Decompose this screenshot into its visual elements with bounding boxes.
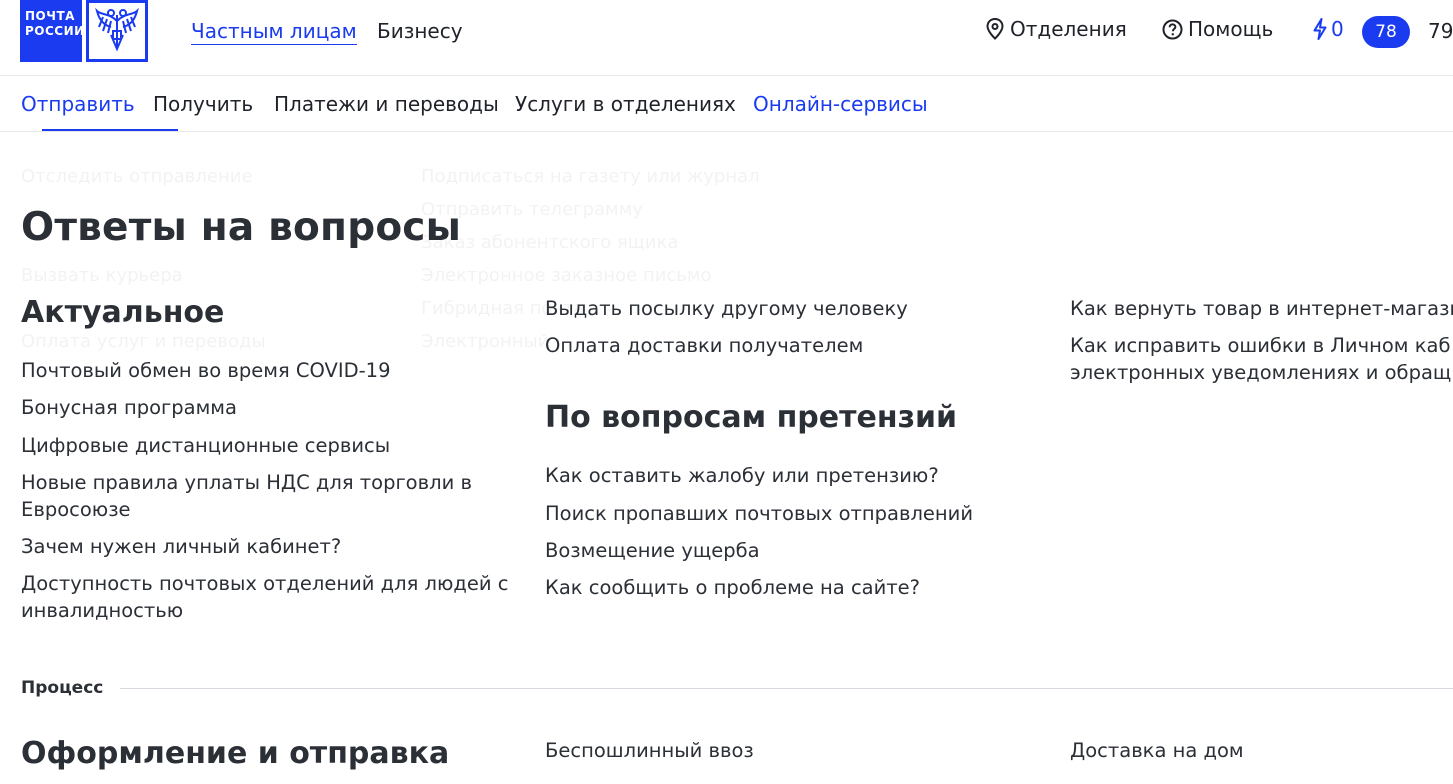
nav-online-services[interactable]: Онлайн-сервисы: [753, 92, 928, 116]
faq-link[interactable]: Оплата доставки получателем: [545, 332, 863, 359]
nav-send[interactable]: Отправить: [21, 92, 135, 116]
faq-link[interactable]: Доступность почтовых отделений для людей…: [21, 570, 521, 624]
ghost-menu-item: Оплата услуг и переводы: [21, 331, 266, 352]
lightning-icon: [1313, 18, 1327, 40]
faq-link[interactable]: Зачем нужен личный кабинет?: [21, 533, 341, 560]
top-header: ПОЧТА РОССИИ Частным лицам Бизнесу Отдел…: [0, 0, 1453, 76]
offices-label: Отделения: [1010, 17, 1127, 41]
faq-link[interactable]: Как вернуть товар в интернет-магази: [1070, 295, 1453, 322]
offices-link[interactable]: Отделения: [986, 17, 1127, 41]
nav-payments[interactable]: Платежи и переводы: [274, 92, 499, 116]
section-heading-actual: Актуальное: [21, 295, 225, 330]
faq-link[interactable]: Как исправить ошибки в Личном каб электр…: [1070, 332, 1453, 386]
ghost-menu-item: Вызвать курьера: [21, 265, 183, 286]
faq-link[interactable]: Доставка на дом: [1070, 737, 1244, 764]
nav-receive[interactable]: Получить: [153, 92, 253, 116]
faq-link[interactable]: Как сообщить о проблеме на сайте?: [545, 574, 920, 601]
faq-link[interactable]: Цифровые дистанционные сервисы: [21, 432, 390, 459]
tab-private-persons[interactable]: Частным лицам: [191, 19, 357, 45]
faq-link[interactable]: Возмещение ущерба: [545, 537, 760, 564]
page-title: Ответы на вопросы: [21, 205, 462, 250]
map-pin-icon: [986, 18, 1004, 40]
tab-business[interactable]: Бизнесу: [377, 19, 463, 43]
faq-link[interactable]: Почтовый обмен во время COVID-19: [21, 357, 390, 384]
user-number[interactable]: 79: [1428, 19, 1453, 43]
section-divider: [120, 688, 1453, 689]
faq-link[interactable]: Беспошлинный ввоз: [545, 737, 754, 764]
faq-link[interactable]: Как оставить жалобу или претензию?: [545, 462, 939, 489]
logo-line-1: ПОЧТА: [25, 9, 75, 23]
bonus-count: 0: [1331, 17, 1344, 41]
nav-active-indicator: [42, 129, 178, 131]
faq-link[interactable]: Выдать посылку другому человеку: [545, 295, 908, 322]
notifications-badge[interactable]: 78: [1362, 16, 1410, 48]
faq-link[interactable]: Поиск пропавших почтовых отправлений: [545, 500, 973, 527]
help-link[interactable]: Помощь: [1162, 17, 1273, 41]
faq-link[interactable]: Новые правила уплаты НДС для торговли в …: [21, 469, 501, 523]
question-circle-icon: [1162, 19, 1183, 39]
faq-link[interactable]: Бонусная программа: [21, 394, 237, 421]
ghost-menu-item: Электронный: [421, 331, 550, 352]
logo-line-2: РОССИИ: [25, 24, 85, 38]
process-label: Процесс: [21, 678, 104, 698]
section-heading-process: Оформление и отправка: [21, 736, 450, 771]
section-heading-claims: По вопросам претензий: [545, 400, 958, 435]
bonus-link[interactable]: 0: [1313, 17, 1344, 41]
logo-wordmark[interactable]: ПОЧТА РОССИИ: [20, 0, 85, 62]
emblem-logo[interactable]: [86, 0, 148, 62]
ghost-menu-item: Отследить отправление: [21, 166, 253, 187]
nav-office-services[interactable]: Услуги в отделениях: [515, 92, 736, 116]
main-nav: Отправить Получить Платежи и переводы Ус…: [0, 76, 1453, 132]
help-label: Помощь: [1188, 17, 1274, 41]
ghost-menu-item: Электронное заказное письмо: [421, 265, 712, 286]
double-eagle-icon: [89, 3, 145, 59]
ghost-menu-item: Подписаться на газету или журнал: [421, 166, 760, 187]
